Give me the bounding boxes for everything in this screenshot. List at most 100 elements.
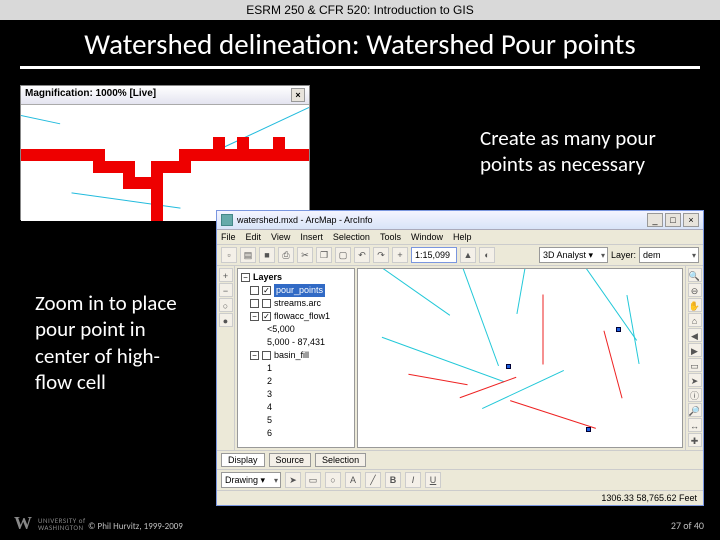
checkbox[interactable] [262, 351, 271, 360]
undo-icon[interactable]: ↶ [354, 247, 370, 263]
print-icon[interactable]: ⎙ [278, 247, 294, 263]
line-icon[interactable]: ╱ [365, 472, 381, 488]
rect-icon[interactable]: ▭ [305, 472, 321, 488]
checkbox[interactable] [262, 299, 271, 308]
zoom-in-icon[interactable]: 🔍 [688, 268, 702, 282]
arcmap-title: watershed.mxd - ArcMap - ArcInfo [237, 215, 643, 225]
identify-icon[interactable]: ⓘ [688, 388, 702, 402]
legend-entry: 4 [240, 401, 352, 414]
analysis-dropdown[interactable]: 3D Analyst ▾ [539, 247, 608, 263]
new-icon[interactable]: ▫ [221, 247, 237, 263]
menu-window[interactable]: Window [411, 232, 443, 242]
page-number: 27 of 40 [671, 519, 704, 532]
menu-insert[interactable]: Insert [300, 232, 323, 242]
layer-label: Layer: [611, 250, 636, 260]
tab-selection[interactable]: Selection [315, 453, 366, 467]
paste-icon[interactable]: ▢ [335, 247, 351, 263]
pour-point-marker[interactable] [586, 427, 591, 432]
prev-extent-icon[interactable]: ◀ [688, 328, 702, 342]
pointer-icon[interactable]: ➤ [688, 373, 702, 387]
layer-label[interactable]: basin_fill [274, 349, 309, 362]
layer-item[interactable]: −✓flowacc_flow1 [240, 310, 352, 323]
left-toolstrip[interactable]: + − ○ ● [217, 266, 235, 450]
redo-icon[interactable]: ↷ [373, 247, 389, 263]
legend-label: 6 [267, 427, 272, 440]
menu-selection[interactable]: Selection [333, 232, 370, 242]
select-icon[interactable]: ▭ [688, 358, 702, 372]
globe-icon[interactable]: ● [219, 313, 233, 327]
expand-icon[interactable]: − [250, 312, 259, 321]
layer-dropdown[interactable]: dem [639, 247, 699, 263]
tab-display[interactable]: Display [221, 453, 265, 467]
minus-icon[interactable]: − [219, 283, 233, 297]
pan-icon[interactable]: ✋ [688, 298, 702, 312]
text-icon[interactable]: A [345, 472, 361, 488]
layer-label[interactable]: flowacc_flow1 [274, 310, 330, 323]
magnification-panel: Magnification: 1000% [Live] × [20, 85, 310, 220]
layer-item[interactable]: − basin_fill [240, 349, 352, 362]
toc-root[interactable]: Layers [253, 271, 282, 284]
legend-label: 1 [267, 362, 272, 375]
map-canvas[interactable] [357, 268, 683, 448]
expand-icon[interactable] [250, 299, 259, 308]
arcmap-toolbar[interactable]: ▫ ▤ ■ ⎙ ✂ ❐ ▢ ↶ ↷ + 1:15,099 ▲ ◐ 3D Anal… [217, 245, 703, 266]
minimize-button[interactable]: _ [647, 213, 663, 227]
tab-source[interactable]: Source [269, 453, 312, 467]
tool-icon[interactable]: ▲ [460, 247, 476, 263]
xytool-icon[interactable]: ✚ [688, 433, 702, 447]
magnification-title: Magnification: 1000% [Live] [25, 88, 156, 102]
drawing-toolbar[interactable]: Drawing ▾ ➤ ▭ ○ A ╱ B I U [217, 469, 703, 490]
checkbox[interactable]: ✓ [262, 286, 271, 295]
scale-input[interactable]: 1:15,099 [411, 247, 457, 263]
menu-edit[interactable]: Edit [246, 232, 262, 242]
table-of-contents[interactable]: −Layers✓pour_pointsstreams.arc−✓flowacc_… [237, 268, 355, 448]
expand-icon[interactable]: − [241, 273, 250, 282]
right-toolstrip[interactable]: 🔍 ⊖ ✋ ⌂ ◀ ▶ ▭ ➤ ⓘ 🔎 ↔ ✚ [685, 266, 703, 450]
menu-view[interactable]: View [271, 232, 290, 242]
pour-point-marker[interactable] [506, 364, 511, 369]
course-band: ESRM 250 & CFR 520: Introduction to GIS [0, 0, 720, 20]
menu-help[interactable]: Help [453, 232, 472, 242]
arcmap-menubar[interactable]: File Edit View Insert Selection Tools Window He… [217, 230, 703, 245]
layer-item[interactable]: ✓pour_points [240, 284, 352, 297]
circle-icon[interactable]: ○ [325, 472, 341, 488]
pour-point-marker[interactable] [616, 327, 621, 332]
layer-label[interactable]: streams.arc [274, 297, 321, 310]
open-icon[interactable]: ▤ [240, 247, 256, 263]
maximize-button[interactable]: □ [665, 213, 681, 227]
cut-icon[interactable]: ✂ [297, 247, 313, 263]
globe-icon[interactable]: ○ [219, 298, 233, 312]
find-icon[interactable]: 🔎 [688, 403, 702, 417]
expand-icon[interactable]: − [250, 351, 259, 360]
layer-item[interactable]: streams.arc [240, 297, 352, 310]
callout-right: Create as many pour points as necessary [480, 125, 680, 178]
measure-icon[interactable]: ↔ [688, 418, 702, 432]
copy-icon[interactable]: ❐ [316, 247, 332, 263]
checkbox[interactable]: ✓ [262, 312, 271, 321]
underline-icon[interactable]: U [425, 472, 441, 488]
plus-icon[interactable]: + [219, 268, 233, 282]
close-icon[interactable]: × [291, 88, 305, 102]
menu-file[interactable]: File [221, 232, 236, 242]
pointer-icon[interactable]: ➤ [285, 472, 301, 488]
status-bar: 1306.33 58,765.62 Feet [217, 490, 703, 505]
expand-icon[interactable] [250, 286, 259, 295]
layer-label[interactable]: pour_points [274, 284, 325, 297]
menu-tools[interactable]: Tools [380, 232, 401, 242]
toc-tabs[interactable]: Display SourceSelection [217, 450, 703, 469]
close-button[interactable]: × [683, 213, 699, 227]
italic-icon[interactable]: I [405, 472, 421, 488]
copyright: © Phil Hurvitz, 1999-2009 [88, 521, 183, 532]
magnification-titlebar[interactable]: Magnification: 1000% [Live] × [21, 86, 309, 105]
bold-icon[interactable]: B [385, 472, 401, 488]
zoom-out-icon[interactable]: ⊖ [688, 283, 702, 297]
add-data-icon[interactable]: + [392, 247, 408, 263]
full-extent-icon[interactable]: ⌂ [688, 313, 702, 327]
arcmap-titlebar[interactable]: watershed.mxd - ArcMap - ArcInfo _ □ × [217, 211, 703, 230]
save-icon[interactable]: ■ [259, 247, 275, 263]
legend-label: 2 [267, 375, 272, 388]
legend-label: 4 [267, 401, 272, 414]
drawing-dropdown[interactable]: Drawing ▾ [221, 472, 281, 488]
next-extent-icon[interactable]: ▶ [688, 343, 702, 357]
tool-icon[interactable]: ◐ [479, 247, 495, 263]
